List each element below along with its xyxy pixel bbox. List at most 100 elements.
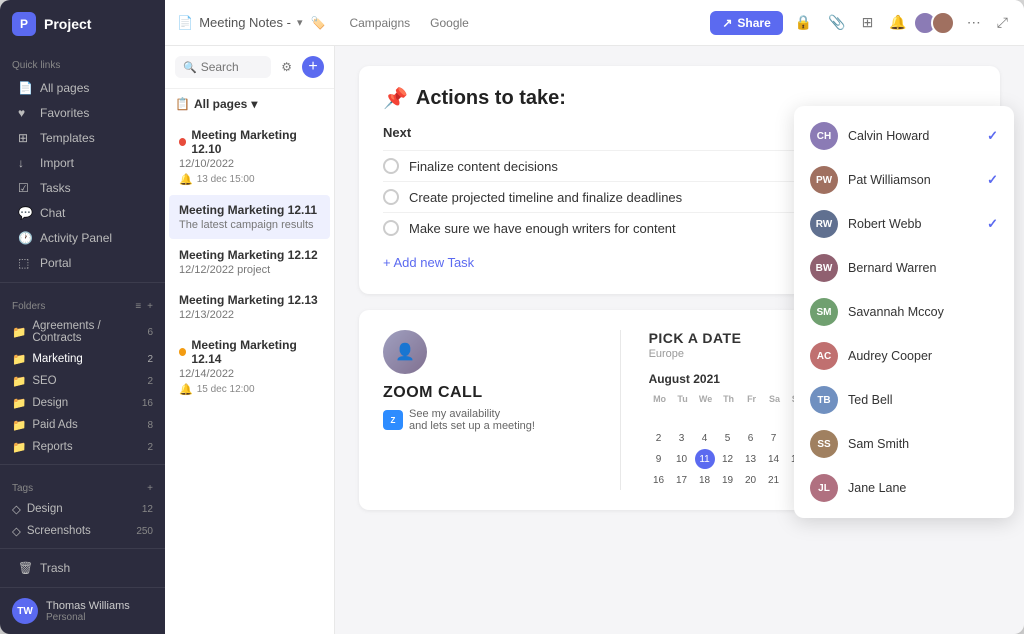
cal-day-13[interactable]: 13 [741,449,761,469]
import-icon: ↓ [18,156,32,170]
folders-sort-icon[interactable]: ≡ [135,301,141,312]
cal-day-10[interactable]: 10 [672,449,692,469]
user-avatar-6: TB [810,386,838,414]
user-avatar-1: PW [810,166,838,194]
cal-day-2[interactable]: 2 [649,428,669,448]
sidebar-item-trash[interactable]: 🗑 Trash [6,556,159,580]
filter-button[interactable]: ⚙ [277,56,296,78]
cal-day-5[interactable]: 5 [718,428,738,448]
add-page-button[interactable]: + [302,56,324,78]
task-checkbox-2[interactable] [383,189,399,205]
tag-screenshots[interactable]: ◇ Screenshots 250 [0,520,165,542]
attachment-icon-button[interactable]: 📎 [824,10,849,35]
tab-campaigns[interactable]: Campaigns [341,12,418,34]
cal-day-7[interactable]: 7 [764,428,784,448]
main-area: 📄 Meeting Notes - ▾ 🏷️ Campaigns Google … [165,0,1024,634]
trash-icon: 🗑 [18,561,32,575]
cal-day-11[interactable]: 11 [695,449,715,469]
tags-add-icon[interactable]: + [147,483,153,494]
more-icon-button[interactable]: ⋯ [963,10,985,35]
cal-day-4[interactable]: 4 [695,428,715,448]
file-item-mm1212[interactable]: Meeting Marketing 12.12 12/12/2022 proje… [169,240,330,284]
sidebar-item-templates[interactable]: ⊞ Templates [6,126,159,150]
folder-marketing[interactable]: 📁 Marketing 2 [0,348,165,370]
folder-icon: 📁 [12,374,26,388]
file-item-mm1213[interactable]: Meeting Marketing 12.13 12/13/2022 [169,285,330,329]
dropdown-user-0[interactable]: CH Calvin Howard ✓ [794,114,1014,158]
folder-agreements[interactable]: 📁 Agreements / Contracts 6 [0,316,165,348]
file-item-mm1210[interactable]: Meeting Marketing 12.10 12/10/2022 🔔 13 … [169,120,330,194]
file-item-mm1214[interactable]: Meeting Marketing 12.14 12/14/2022 🔔 15 … [169,330,330,404]
cal-day-16[interactable]: 16 [649,470,669,490]
cal-day-18[interactable]: 18 [695,470,715,490]
avatar-group[interactable] [919,11,955,35]
app-name: Project [44,16,91,32]
cal-day-17[interactable]: 17 [672,470,692,490]
dropdown-user-6[interactable]: TB Ted Bell [794,378,1014,422]
top-bar-tabs: Campaigns Google [341,12,476,34]
lock-icon-button[interactable]: 🔒 [791,10,816,35]
dropdown-user-1[interactable]: PW Pat Williamson ✓ [794,158,1014,202]
cal-day-12[interactable]: 12 [718,449,738,469]
user-avatar-4: SM [810,298,838,326]
check-icon-1: ✓ [987,172,998,188]
cal-day-6[interactable]: 6 [741,428,761,448]
add-task-button[interactable]: + Add new Task [383,251,474,274]
cal-day-9[interactable]: 9 [649,449,669,469]
calendar-grid: Mo Tu We Th Fr Sa Su [649,392,809,490]
main-content: 📌 Actions to take: Next Finalize content… [335,46,1024,634]
dropdown-user-7[interactable]: SS Sam Smith [794,422,1014,466]
cal-day-19[interactable]: 19 [718,470,738,490]
share-button[interactable]: ↗ Share [710,11,782,35]
tag-design[interactable]: ◇ Design 12 [0,498,165,520]
bell-icon: 🔔 [179,173,193,186]
sidebar-item-tasks[interactable]: ☑ Tasks [6,176,159,200]
dropdown-user-3[interactable]: BW Bernard Warren [794,246,1014,290]
user-avatar-3: BW [810,254,838,282]
dropdown-user-5[interactable]: AC Audrey Cooper [794,334,1014,378]
tab-google[interactable]: Google [422,12,477,34]
cal-day-20[interactable]: 20 [741,470,761,490]
folder-paid-ads[interactable]: 📁 Paid Ads 8 [0,414,165,436]
breadcrumb: 📄 Meeting Notes - ▾ [177,15,302,31]
search-input[interactable] [201,60,264,74]
folder-icon: 📁 [12,396,26,410]
check-icon-2: ✓ [987,216,998,232]
folder-icon: 📁 [12,352,26,366]
grid-icon-button[interactable]: ⊞ [858,10,878,35]
user-avatar-8: JL [810,474,838,502]
sidebar-item-favorites[interactable]: ♥ Favorites [6,101,159,125]
sidebar-item-chat[interactable]: 💬 Chat [6,201,159,225]
user-avatar-7: SS [810,430,838,458]
search-wrap[interactable]: 🔍 [175,56,271,78]
bell-icon: 🔔 [179,383,193,396]
cal-day-14[interactable]: 14 [764,449,784,469]
top-bar-right: ↗ Share 🔒 📎 ⊞ 🔔 ⋯ ⤢ [710,10,1012,35]
sidebar-item-import[interactable]: ↓ Import [6,151,159,175]
cal-day-21[interactable]: 21 [764,470,784,490]
sidebar-item-all-pages[interactable]: 📄 All pages [6,76,159,100]
folder-reports[interactable]: 📁 Reports 2 [0,436,165,458]
mini-calendar: August 2021 Mo Tu We Th Fr Sa Su [649,372,809,490]
dropdown-user-2[interactable]: RW Robert Webb ✓ [794,202,1014,246]
sidebar-item-portal[interactable]: ⬚ Portal [6,251,159,275]
breadcrumb-dropdown-icon[interactable]: ▾ [297,16,303,29]
dropdown-user-4[interactable]: SM Savannah Mccoy [794,290,1014,334]
portal-icon: ⬚ [18,256,32,270]
task-checkbox-3[interactable] [383,220,399,236]
tasks-icon: ☑ [18,181,32,195]
expand-icon-button[interactable]: ⤢ [993,10,1012,35]
folders-add-icon[interactable]: + [147,301,153,312]
check-icon-0: ✓ [987,128,998,144]
file-item-mm1211[interactable]: Meeting Marketing 12.11 The latest campa… [169,195,330,239]
bell-icon-button[interactable]: 🔔 [885,10,910,35]
folder-design[interactable]: 📁 Design 16 [0,392,165,414]
sidebar-header: P Project [0,0,165,48]
sidebar-item-activity[interactable]: 🕐 Activity Panel [6,226,159,250]
task-checkbox-1[interactable] [383,158,399,174]
dropdown-user-8[interactable]: JL Jane Lane [794,466,1014,510]
avatar-2 [931,11,955,35]
folder-seo[interactable]: 📁 SEO 2 [0,370,165,392]
cal-day-3[interactable]: 3 [672,428,692,448]
all-pages-button[interactable]: 📋 All pages ▾ [175,97,257,111]
